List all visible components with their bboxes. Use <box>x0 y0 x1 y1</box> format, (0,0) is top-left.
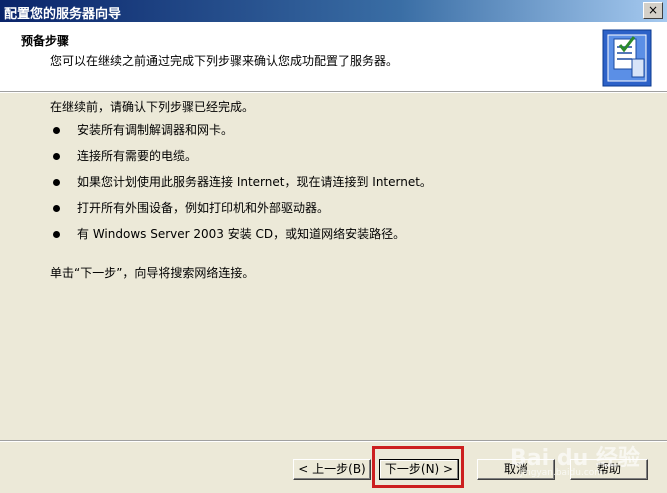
header-subtitle: 您可以在继续之前通过完成下列步骤来确认您成功配置了服务器。 <box>50 54 399 68</box>
bullet-icon <box>53 231 60 238</box>
intro-text: 在继续前，请确认下列步骤已经完成。 <box>50 100 255 114</box>
wizard-header: 预备步骤 您可以在继续之前通过完成下列步骤来确认您成功配置了服务器。 <box>0 22 667 91</box>
close-button[interactable]: × <box>643 2 663 19</box>
step-text: 安装所有调制解调器和网卡。 <box>77 123 234 137</box>
steps-list: 安装所有调制解调器和网卡。 连接所有需要的电缆。 如果您计划使用此服务器连接 I… <box>50 122 432 252</box>
list-item: 打开所有外围设备，例如打印机和外部驱动器。 <box>50 200 432 226</box>
title-bar[interactable]: 配置您的服务器向导 × <box>0 0 667 22</box>
header-title: 预备步骤 <box>21 34 70 48</box>
list-item: 有 Windows Server 2003 安装 CD，或知道网络安装路径。 <box>50 226 432 252</box>
step-text: 如果您计划使用此服务器连接 Internet，现在请连接到 Internet。 <box>77 175 432 189</box>
back-button[interactable]: < 上一步(B) <box>293 459 371 480</box>
list-item: 如果您计划使用此服务器连接 Internet，现在请连接到 Internet。 <box>50 174 432 200</box>
header-divider <box>0 91 667 93</box>
step-text: 打开所有外围设备，例如打印机和外部驱动器。 <box>77 201 330 215</box>
bullet-icon <box>53 179 60 186</box>
bullet-icon <box>53 205 60 212</box>
list-item: 安装所有调制解调器和网卡。 <box>50 122 432 148</box>
window-title: 配置您的服务器向导 <box>4 7 122 22</box>
step-text: 有 Windows Server 2003 安装 CD，或知道网络安装路径。 <box>77 227 406 241</box>
bullet-icon <box>53 127 60 134</box>
list-item: 连接所有需要的电缆。 <box>50 148 432 174</box>
server-checklist-icon <box>602 29 652 87</box>
next-button-highlight <box>372 446 464 488</box>
step-text: 连接所有需要的电缆。 <box>77 149 198 163</box>
bullet-icon <box>53 153 60 160</box>
watermark-url: jingyan.baidu.com <box>520 468 604 478</box>
footer-text: 单击“下一步”，向导将搜索网络连接。 <box>50 266 255 280</box>
